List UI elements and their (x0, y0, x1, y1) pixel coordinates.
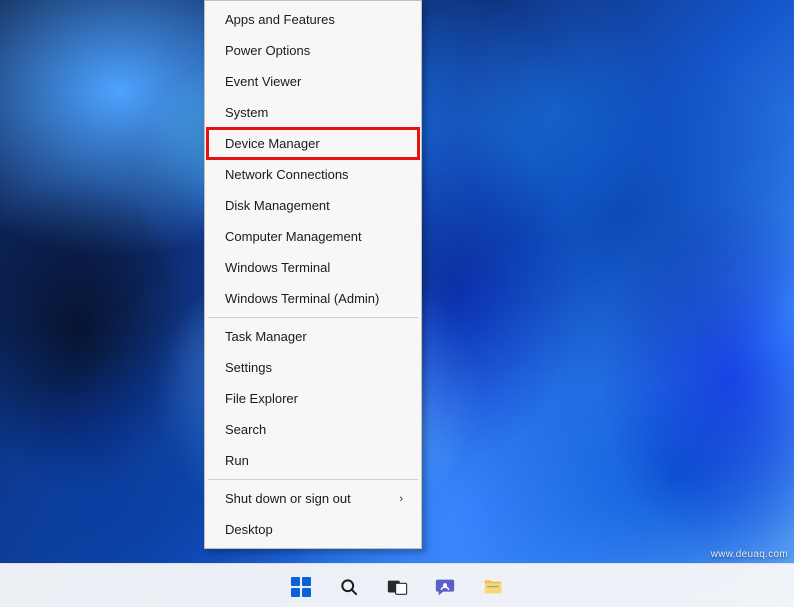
menu-item-desktop[interactable]: Desktop (207, 514, 419, 545)
menu-item-label: Network Connections (225, 167, 349, 182)
menu-item-label: Run (225, 453, 249, 468)
menu-item-label: Event Viewer (225, 74, 301, 89)
menu-item-label: File Explorer (225, 391, 298, 406)
menu-item-label: Power Options (225, 43, 310, 58)
menu-item-system[interactable]: System (207, 97, 419, 128)
menu-item-label: Task Manager (225, 329, 307, 344)
windows-logo-icon (291, 577, 311, 597)
menu-separator (208, 479, 418, 480)
start-button[interactable] (283, 569, 319, 605)
menu-item-apps-features[interactable]: Apps and Features (207, 4, 419, 35)
menu-item-settings[interactable]: Settings (207, 352, 419, 383)
menu-item-power-options[interactable]: Power Options (207, 35, 419, 66)
watermark-text: www.deuaq.com (711, 549, 788, 560)
menu-item-label: Device Manager (225, 136, 320, 151)
menu-item-computer-mgmt[interactable]: Computer Management (207, 221, 419, 252)
menu-item-label: System (225, 105, 268, 120)
menu-item-search[interactable]: Search (207, 414, 419, 445)
search-icon (339, 577, 359, 597)
task-view-icon (386, 576, 408, 598)
menu-item-label: Search (225, 422, 266, 437)
menu-item-label: Disk Management (225, 198, 330, 213)
menu-separator (208, 317, 418, 318)
file-explorer-icon (482, 576, 504, 598)
menu-item-run[interactable]: Run (207, 445, 419, 476)
menu-item-win-terminal-adm[interactable]: Windows Terminal (Admin) (207, 283, 419, 314)
taskbar (0, 563, 794, 607)
chevron-right-icon: › (399, 493, 403, 505)
menu-item-label: Settings (225, 360, 272, 375)
chat-button[interactable] (427, 569, 463, 605)
menu-item-device-manager[interactable]: Device Manager (207, 128, 419, 159)
menu-item-disk-management[interactable]: Disk Management (207, 190, 419, 221)
chat-icon (434, 576, 456, 598)
menu-item-label: Apps and Features (225, 12, 335, 27)
file-explorer-button[interactable] (475, 569, 511, 605)
menu-item-win-terminal[interactable]: Windows Terminal (207, 252, 419, 283)
menu-item-label: Windows Terminal (225, 260, 330, 275)
task-view-button[interactable] (379, 569, 415, 605)
menu-item-label: Windows Terminal (Admin) (225, 291, 379, 306)
menu-item-file-explorer[interactable]: File Explorer (207, 383, 419, 414)
menu-item-shutdown-signout[interactable]: Shut down or sign out › (207, 483, 419, 514)
menu-item-label: Computer Management (225, 229, 362, 244)
menu-item-label: Shut down or sign out (225, 491, 351, 506)
menu-item-task-manager[interactable]: Task Manager (207, 321, 419, 352)
menu-item-label: Desktop (225, 522, 273, 537)
menu-item-event-viewer[interactable]: Event Viewer (207, 66, 419, 97)
taskbar-search-button[interactable] (331, 569, 367, 605)
menu-item-network-conn[interactable]: Network Connections (207, 159, 419, 190)
winx-power-user-menu: Apps and Features Power Options Event View… (204, 0, 422, 549)
